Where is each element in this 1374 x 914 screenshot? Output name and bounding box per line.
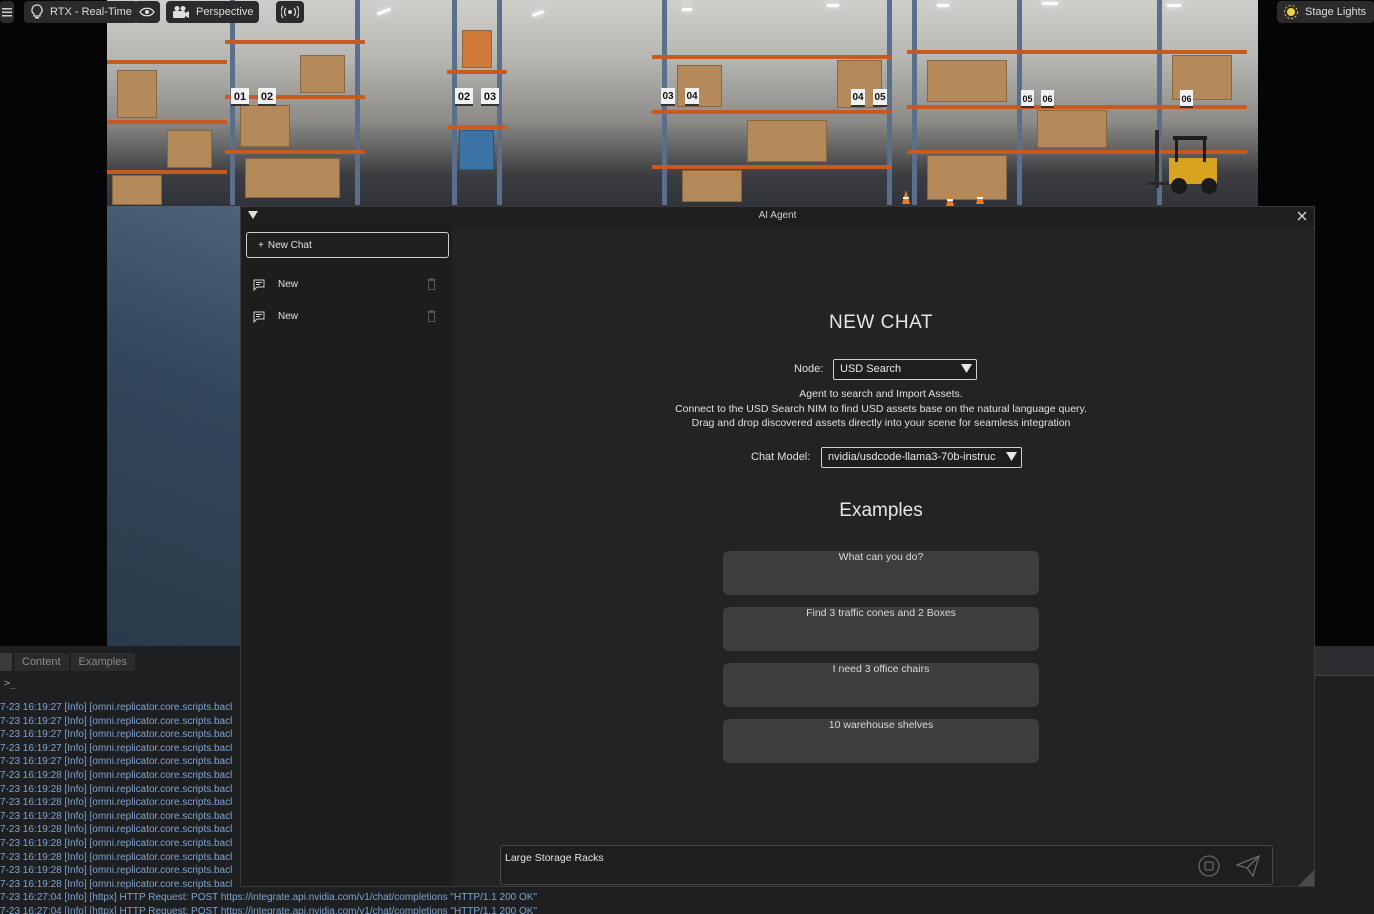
render-mode-button[interactable]: RTX - Real-Time — [24, 1, 138, 23]
chat-sidebar: + New Chat New New — [241, 226, 452, 886]
stage-lights-label: Stage Lights — [1305, 6, 1367, 18]
viewport-menu-button[interactable] — [0, 1, 14, 23]
bay-label: 05 — [873, 89, 887, 107]
window-title: AI Agent — [758, 210, 797, 221]
viewport-handle-icon[interactable] — [682, 0, 691, 4]
camera-icon — [173, 6, 189, 18]
chat-title: New — [278, 279, 299, 290]
description-line: Drag and drop discovered assets directly… — [691, 417, 1071, 429]
tab-examples[interactable]: Examples — [70, 653, 135, 671]
examples-heading: Examples — [839, 500, 923, 521]
chat-list-item[interactable]: New — [241, 271, 452, 299]
chevron-down-icon — [1006, 452, 1017, 461]
console-toolbar — [1315, 646, 1374, 676]
bay-label: 02 — [258, 88, 276, 106]
trash-icon[interactable] — [427, 310, 436, 322]
sun-icon — [1284, 5, 1298, 19]
new-chat-label: New Chat — [267, 239, 312, 251]
description-line: Agent to search and Import Assets. — [799, 388, 963, 400]
bay-label: 05 — [1021, 90, 1034, 108]
traffic-cone — [902, 190, 910, 204]
warehouse-floor — [107, 206, 247, 646]
tab-console[interactable] — [0, 653, 12, 671]
example-button[interactable]: Find 3 traffic cones and 2 Boxes — [723, 607, 1039, 651]
page-title: NEW CHAT — [829, 312, 933, 333]
chat-input-text: Large Storage Racks — [505, 852, 604, 864]
forklift — [1147, 130, 1217, 194]
example-button[interactable]: What can you do? — [723, 551, 1039, 595]
chat-list-item[interactable]: New — [241, 303, 452, 331]
hamburger-menu-icon — [2, 8, 12, 17]
chat-bubble-icon — [253, 279, 265, 291]
node-select-value: USD Search — [840, 363, 902, 375]
tab-content[interactable]: Content — [14, 653, 69, 671]
chevron-down-icon — [961, 364, 972, 373]
node-select[interactable]: USD Search — [833, 359, 977, 380]
chat-model-select[interactable]: nvidia/usdcode-llama3-70b-instruc — [821, 447, 1022, 468]
log-line: 7-23 16:27:04 [Info] [httpx] HTTP Reques… — [0, 905, 538, 914]
eye-icon — [139, 7, 155, 17]
traffic-cone — [976, 190, 984, 204]
broadcast-icon — [281, 6, 299, 18]
description-line: Connect to the USD Search NIM to find US… — [675, 403, 1087, 415]
camera-button[interactable]: Perspective — [166, 1, 260, 23]
ceiling-light — [376, 7, 392, 16]
visibility-button[interactable] — [134, 1, 160, 23]
new-chat-button[interactable]: + New Chat — [246, 232, 449, 258]
storage-rack — [107, 0, 227, 205]
chat-model-value: nvidia/usdcode-llama3-70b-instruc — [828, 451, 996, 463]
bay-label: 01 — [231, 88, 249, 106]
render-mode-label: RTX - Real-Time — [50, 6, 132, 18]
stop-icon[interactable] — [1198, 855, 1220, 877]
console-prompt[interactable]: >_ — [4, 678, 16, 689]
send-icon[interactable] — [1236, 855, 1260, 877]
bay-label: 06 — [1041, 90, 1054, 108]
console-tabs: Content Examples — [0, 653, 135, 671]
ai-agent-window: AI Agent + New Chat New New NEW CHAT Nod… — [240, 206, 1315, 887]
chat-bubble-icon — [253, 311, 265, 323]
node-label: Node: — [794, 363, 824, 375]
traffic-cone — [946, 192, 954, 206]
close-icon[interactable] — [1297, 211, 1307, 221]
chat-title: New — [278, 311, 299, 322]
broadcast-button[interactable] — [276, 1, 304, 23]
ceiling-light — [531, 10, 545, 17]
resize-grip-icon[interactable] — [1298, 870, 1314, 886]
stage-lights-button[interactable]: Stage Lights — [1277, 1, 1374, 23]
chat-input[interactable]: Large Storage Racks — [500, 845, 1273, 885]
lightbulb-icon — [31, 4, 43, 19]
example-button[interactable]: 10 warehouse shelves — [723, 719, 1039, 763]
camera-label: Perspective — [196, 6, 254, 18]
plus-icon: + — [258, 239, 264, 251]
bay-label: 03 — [481, 88, 499, 106]
bay-label: 06 — [1180, 90, 1193, 108]
trash-icon[interactable] — [427, 278, 436, 290]
window-titlebar[interactable]: AI Agent — [241, 207, 1314, 226]
bay-label: 04 — [851, 89, 865, 107]
chat-model-label: Chat Model: — [751, 451, 811, 463]
example-button[interactable]: I need 3 office chairs — [723, 663, 1039, 707]
log-line: 7-23 16:27:04 [Info] [httpx] HTTP Reques… — [0, 892, 538, 904]
chat-main: NEW CHAT Node: USD Search Agent to searc… — [452, 226, 1314, 886]
bay-label: 03 — [661, 88, 675, 106]
bay-label: 02 — [455, 88, 473, 106]
bay-label: 04 — [685, 88, 699, 106]
